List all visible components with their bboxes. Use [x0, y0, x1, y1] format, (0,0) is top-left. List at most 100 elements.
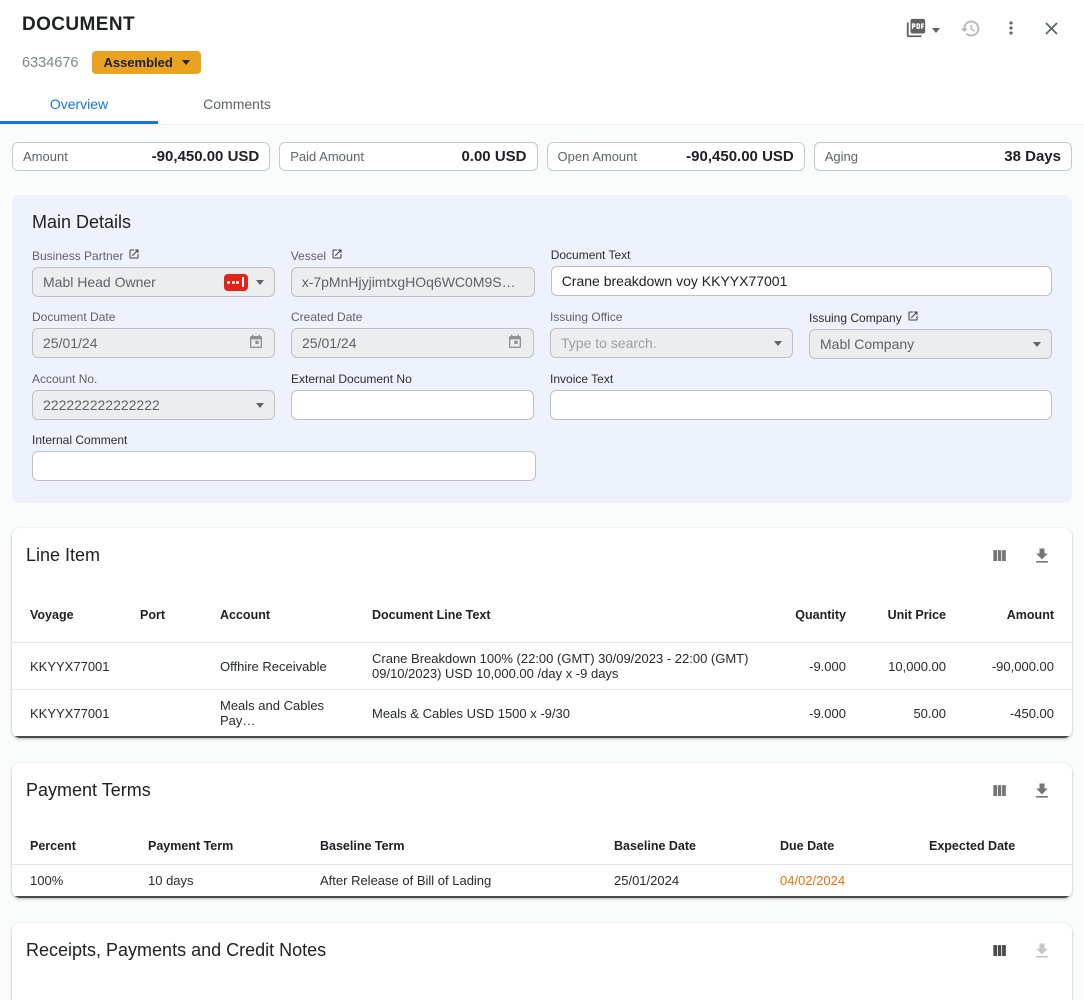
invoice-text-field: Invoice Text — [550, 372, 1052, 420]
main-details-section: Main Details Business Partner Mabl Head … — [12, 195, 1072, 503]
vessel-label: Vessel — [291, 249, 326, 263]
status-label: Assembled — [103, 55, 172, 70]
vessel-open-link-icon[interactable] — [331, 248, 343, 263]
col-percent[interactable]: Percent — [24, 831, 142, 861]
column-settings-icon[interactable] — [990, 941, 1010, 961]
col-baseline-term[interactable]: Baseline Term — [314, 831, 608, 861]
status-dropdown-caret-icon — [182, 60, 190, 65]
receipts-header-row: Document No Document Date Document Type … — [12, 991, 1072, 1000]
col-expected-date[interactable]: Expected Date — [923, 831, 1060, 861]
expected-date-cell — [923, 873, 1060, 889]
document-text-value: Crane breakdown voy KKYYX77001 — [562, 273, 1041, 289]
invoice-text-label: Invoice Text — [550, 372, 613, 386]
col-payment-term[interactable]: Payment Term — [142, 831, 314, 861]
history-button[interactable] — [960, 18, 981, 44]
header-toolbar — [905, 14, 1062, 44]
col-baseline-date[interactable]: Baseline Date — [608, 831, 774, 861]
amount-value: -90,450.00 USD — [152, 148, 260, 165]
col-due-date[interactable]: Due Date — [774, 831, 923, 861]
issuing-company-label: Issuing Company — [809, 311, 902, 325]
baseline-date-cell: 25/01/2024 — [608, 865, 774, 896]
issuing-office-label: Issuing Office — [550, 310, 622, 324]
receipts-title: Receipts, Payments and Credit Notes — [26, 940, 326, 961]
line-item-row[interactable]: KKYYX77001 Offhire Receivable Crane Brea… — [12, 643, 1072, 690]
unit-price-cell: 50.00 — [852, 698, 952, 729]
document-date-input[interactable]: 25/01/24 — [32, 328, 275, 358]
status-badge[interactable]: Assembled — [92, 51, 200, 74]
invoice-text-input[interactable] — [550, 390, 1052, 420]
col-voyage[interactable]: Voyage — [24, 600, 134, 630]
document-text-label: Document Text — [551, 248, 631, 262]
issuing-office-placeholder: Type to search. — [561, 335, 766, 351]
external-document-no-field: External Document No — [291, 372, 534, 420]
download-icon — [1032, 941, 1052, 961]
created-date-input[interactable]: 25/01/24 — [291, 328, 534, 358]
calendar-icon[interactable] — [248, 334, 264, 353]
internal-comment-field: Internal Comment — [32, 433, 536, 481]
port-cell — [134, 705, 214, 721]
external-document-no-input[interactable] — [291, 390, 534, 420]
line-item-header-row: Voyage Port Account Document Line Text Q… — [12, 588, 1072, 643]
col-quantity[interactable]: Quantity — [762, 600, 852, 630]
document-date-value: 25/01/24 — [43, 335, 240, 351]
business-partner-select[interactable]: Mabl Head Owner — [32, 267, 275, 297]
more-menu-button[interactable] — [1001, 18, 1021, 43]
issuing-company-open-link-icon[interactable] — [907, 310, 919, 325]
payment-terms-row[interactable]: 100% 10 days After Release of Bill of La… — [12, 865, 1072, 898]
external-document-no-label: External Document No — [291, 372, 412, 386]
tab-bar: Overview Comments — [0, 84, 1084, 125]
aging-card: Aging 38 Days — [814, 142, 1072, 171]
col-amount[interactable]: Amount — [952, 600, 1060, 630]
account-no-select[interactable]: 222222222222222 — [32, 390, 275, 420]
business-partner-field: Business Partner Mabl Head Owner — [32, 248, 275, 297]
download-icon[interactable] — [1032, 781, 1052, 801]
vessel-value: x-7pMnHjyjimtxgHOq6WC0M9SNft… — [302, 274, 524, 290]
main-details-title: Main Details — [32, 212, 1052, 233]
account-no-value: 222222222222222 — [43, 397, 248, 413]
due-date-cell: 04/02/2024 — [774, 865, 923, 896]
payment-terms-title: Payment Terms — [26, 780, 151, 801]
amount-cell: -450.00 — [952, 698, 1060, 729]
quantity-cell: -9.000 — [762, 651, 852, 682]
document-header: DOCUMENT — [0, 0, 1084, 125]
close-button[interactable] — [1041, 18, 1062, 44]
pdf-dropdown-caret-icon — [932, 28, 940, 33]
mabl-extension-icon[interactable] — [224, 274, 248, 291]
document-date-label: Document Date — [32, 310, 115, 324]
tab-overview[interactable]: Overview — [0, 84, 158, 124]
document-text-input[interactable]: Crane breakdown voy KKYYX77001 — [551, 266, 1052, 296]
document-line-text-cell: Meals & Cables USD 1500 x -9/30 — [366, 698, 762, 729]
col-account[interactable]: Account — [214, 600, 366, 630]
account-no-field: Account No. 222222222222222 — [32, 372, 275, 420]
col-document-line-text[interactable]: Document Line Text — [366, 600, 762, 630]
voyage-cell: KKYYX77001 — [24, 698, 134, 729]
issuing-company-select[interactable]: Mabl Company — [809, 329, 1052, 359]
account-no-caret-icon — [256, 403, 264, 408]
download-icon[interactable] — [1032, 546, 1052, 566]
business-partner-label: Business Partner — [32, 249, 123, 263]
col-port[interactable]: Port — [134, 600, 214, 630]
tab-comments[interactable]: Comments — [158, 84, 316, 124]
issuing-office-select[interactable]: Type to search. — [550, 328, 793, 358]
column-settings-icon[interactable] — [990, 781, 1010, 801]
business-partner-open-link-icon[interactable] — [128, 248, 140, 263]
close-icon — [1041, 18, 1062, 44]
document-number: 6334676 — [22, 55, 78, 71]
internal-comment-input[interactable] — [32, 451, 536, 481]
col-unit-price[interactable]: Unit Price — [852, 600, 952, 630]
unit-price-cell: 10,000.00 — [852, 651, 952, 682]
voyage-cell: KKYYX77001 — [24, 651, 134, 682]
calendar-icon[interactable] — [507, 334, 523, 353]
payment-terms-table: Percent Payment Term Baseline Term Basel… — [12, 827, 1072, 898]
document-date-field: Document Date 25/01/24 — [32, 310, 275, 359]
pdf-icon — [905, 17, 927, 44]
vessel-input[interactable]: x-7pMnHjyjimtxgHOq6WC0M9SNft… — [291, 267, 535, 297]
payment-term-cell: 10 days — [142, 865, 314, 896]
column-settings-icon[interactable] — [990, 546, 1010, 566]
line-item-row[interactable]: KKYYX77001 Meals and Cables Pay… Meals &… — [12, 690, 1072, 738]
aging-label: Aging — [825, 149, 858, 164]
vessel-field: Vessel x-7pMnHjyjimtxgHOq6WC0M9SNft… — [291, 248, 535, 297]
pdf-export-button[interactable] — [905, 17, 940, 44]
issuing-office-field: Issuing Office Type to search. — [550, 310, 793, 359]
paid-amount-label: Paid Amount — [290, 149, 364, 164]
